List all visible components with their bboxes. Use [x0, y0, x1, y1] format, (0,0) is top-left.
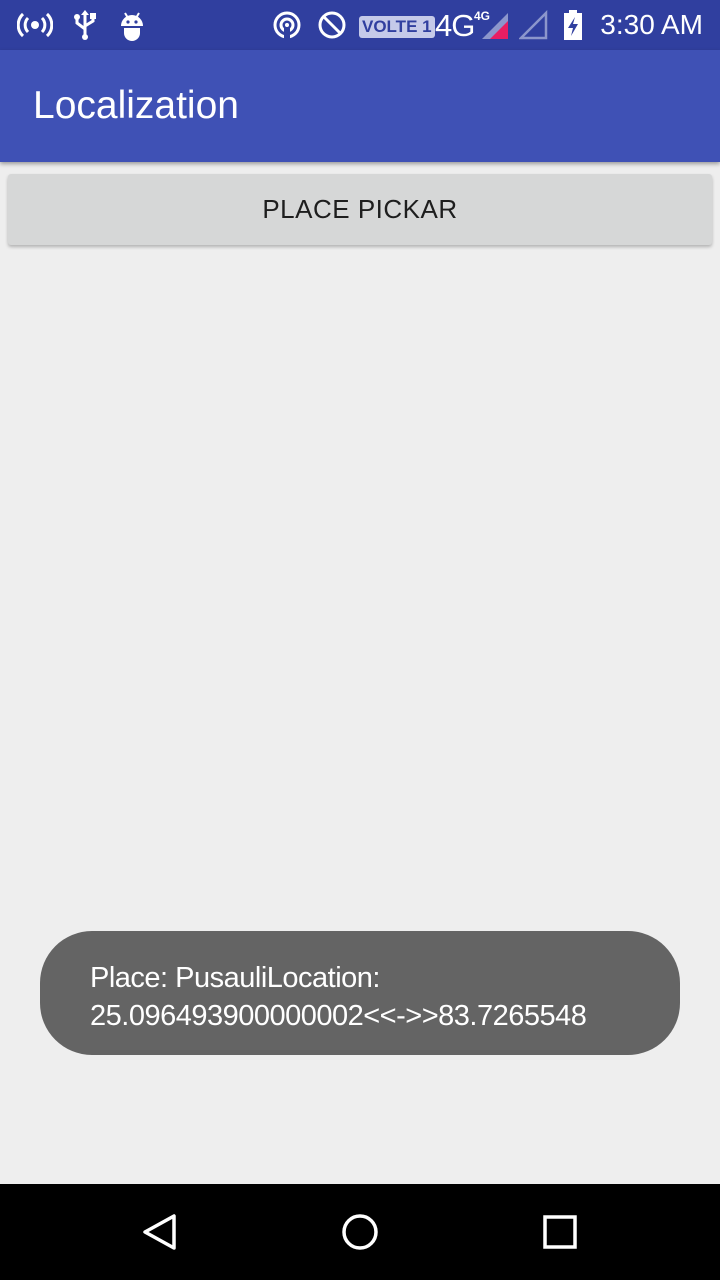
signal-icon [480, 9, 510, 41]
hotspot-icon [17, 9, 53, 41]
volte-badge: VOLTE 1 [359, 16, 435, 38]
usb-icon [72, 9, 98, 41]
recents-icon[interactable] [540, 1212, 580, 1252]
clock: 3:30 AM [600, 9, 703, 40]
navigation-bar [0, 1184, 720, 1280]
network-type: 4G [435, 8, 475, 43]
status-bar: VOLTE 1 4G 4G 3:30 AM [0, 0, 720, 50]
toast-line-1: Place: PusauliLocation: [90, 962, 380, 994]
place-picker-button[interactable]: PLACE PICKAR [8, 174, 712, 245]
app-title: Localization [33, 84, 239, 127]
toast-line-2: 25.096493900000002<<->>83.7265548 [90, 1000, 587, 1032]
toast-message: Place: PusauliLocation: 25.0964939000000… [40, 931, 680, 1055]
battery-icon [562, 9, 584, 41]
signal-empty-icon [519, 9, 549, 41]
block-icon [317, 9, 347, 41]
nfc-icon [272, 9, 302, 41]
home-icon[interactable] [340, 1212, 380, 1252]
android-debug-icon [118, 9, 146, 41]
back-icon[interactable] [140, 1212, 180, 1252]
app-bar: Localization [0, 50, 720, 162]
